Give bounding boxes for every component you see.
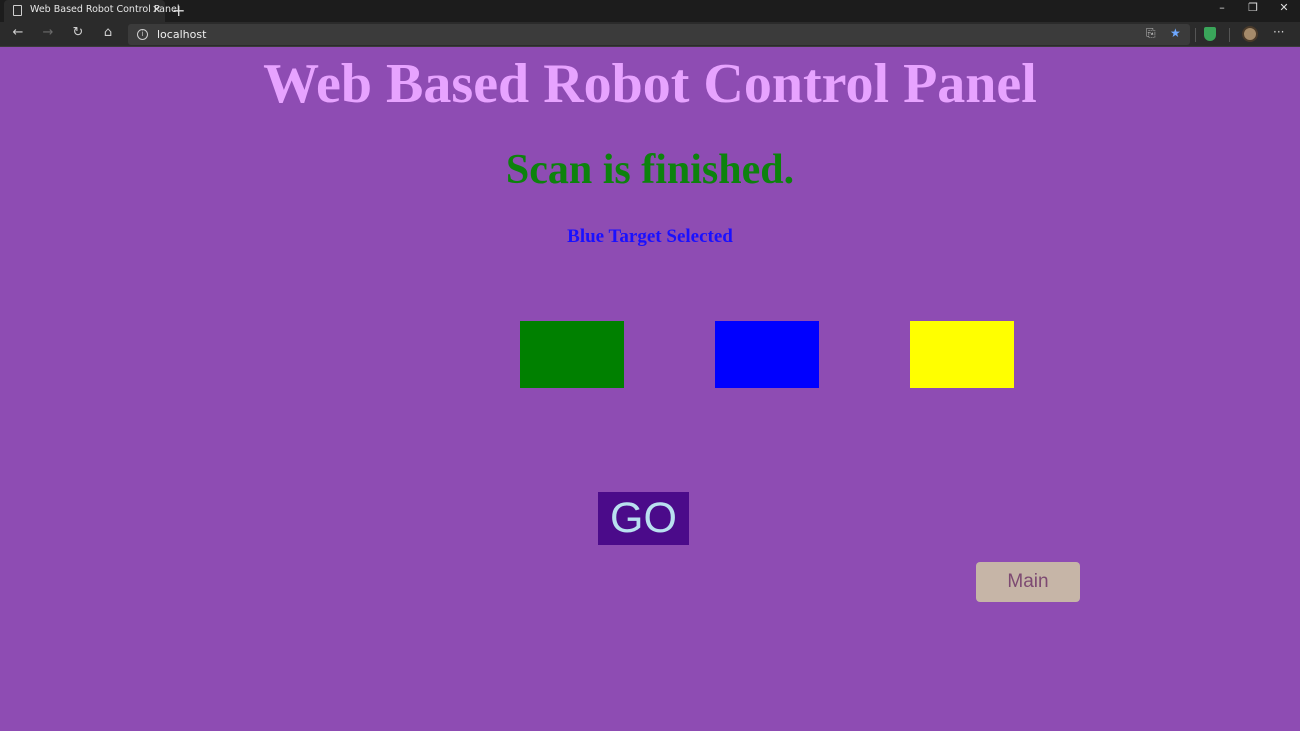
url-text[interactable]: localhost — [157, 28, 206, 41]
back-icon[interactable]: ← — [8, 25, 28, 43]
home-icon[interactable]: ⌂ — [98, 25, 118, 43]
browser-tab-bar: Web Based Robot Control Panel ✕ + – ❐ ✕ — [0, 0, 1300, 22]
minimize-icon[interactable]: – — [1207, 1, 1237, 17]
restore-icon[interactable]: ❐ — [1238, 1, 1268, 17]
scan-status: Scan is finished. — [505, 147, 795, 193]
green-target-button[interactable] — [520, 321, 624, 388]
toolbar-divider — [1229, 28, 1230, 42]
shield-extension-icon[interactable] — [1204, 27, 1216, 41]
yellow-target-button[interactable] — [910, 321, 1014, 388]
new-tab-icon[interactable]: + — [172, 1, 185, 20]
browser-tab[interactable]: Web Based Robot Control Panel ✕ — [4, 0, 179, 22]
target-selection-text: Blue Target Selected — [567, 226, 733, 247]
profile-avatar[interactable] — [1242, 26, 1258, 42]
go-button[interactable]: GO — [598, 492, 689, 545]
more-menu-icon[interactable]: ··· — [1273, 25, 1284, 39]
toolbar-divider — [1195, 28, 1196, 42]
read-aloud-icon[interactable]: ⎘ — [1146, 26, 1156, 41]
blue-target-button[interactable] — [715, 321, 819, 388]
page-title: Web Based Robot Control Panel — [263, 53, 1037, 115]
close-window-icon[interactable]: ✕ — [1269, 1, 1299, 17]
info-icon[interactable]: i — [137, 29, 148, 40]
reload-icon[interactable]: ↻ — [68, 25, 88, 43]
main-button[interactable]: Main — [976, 562, 1080, 602]
forward-icon[interactable]: → — [38, 25, 58, 43]
address-bar[interactable]: i localhost ⎘ ★ — [128, 24, 1190, 45]
favorite-star-icon[interactable]: ★ — [1170, 26, 1181, 40]
browser-toolbar: ← → ↻ ⌂ i localhost ⎘ ★ ··· — [0, 22, 1300, 47]
page-icon — [13, 5, 22, 16]
close-tab-icon[interactable]: ✕ — [152, 3, 161, 16]
